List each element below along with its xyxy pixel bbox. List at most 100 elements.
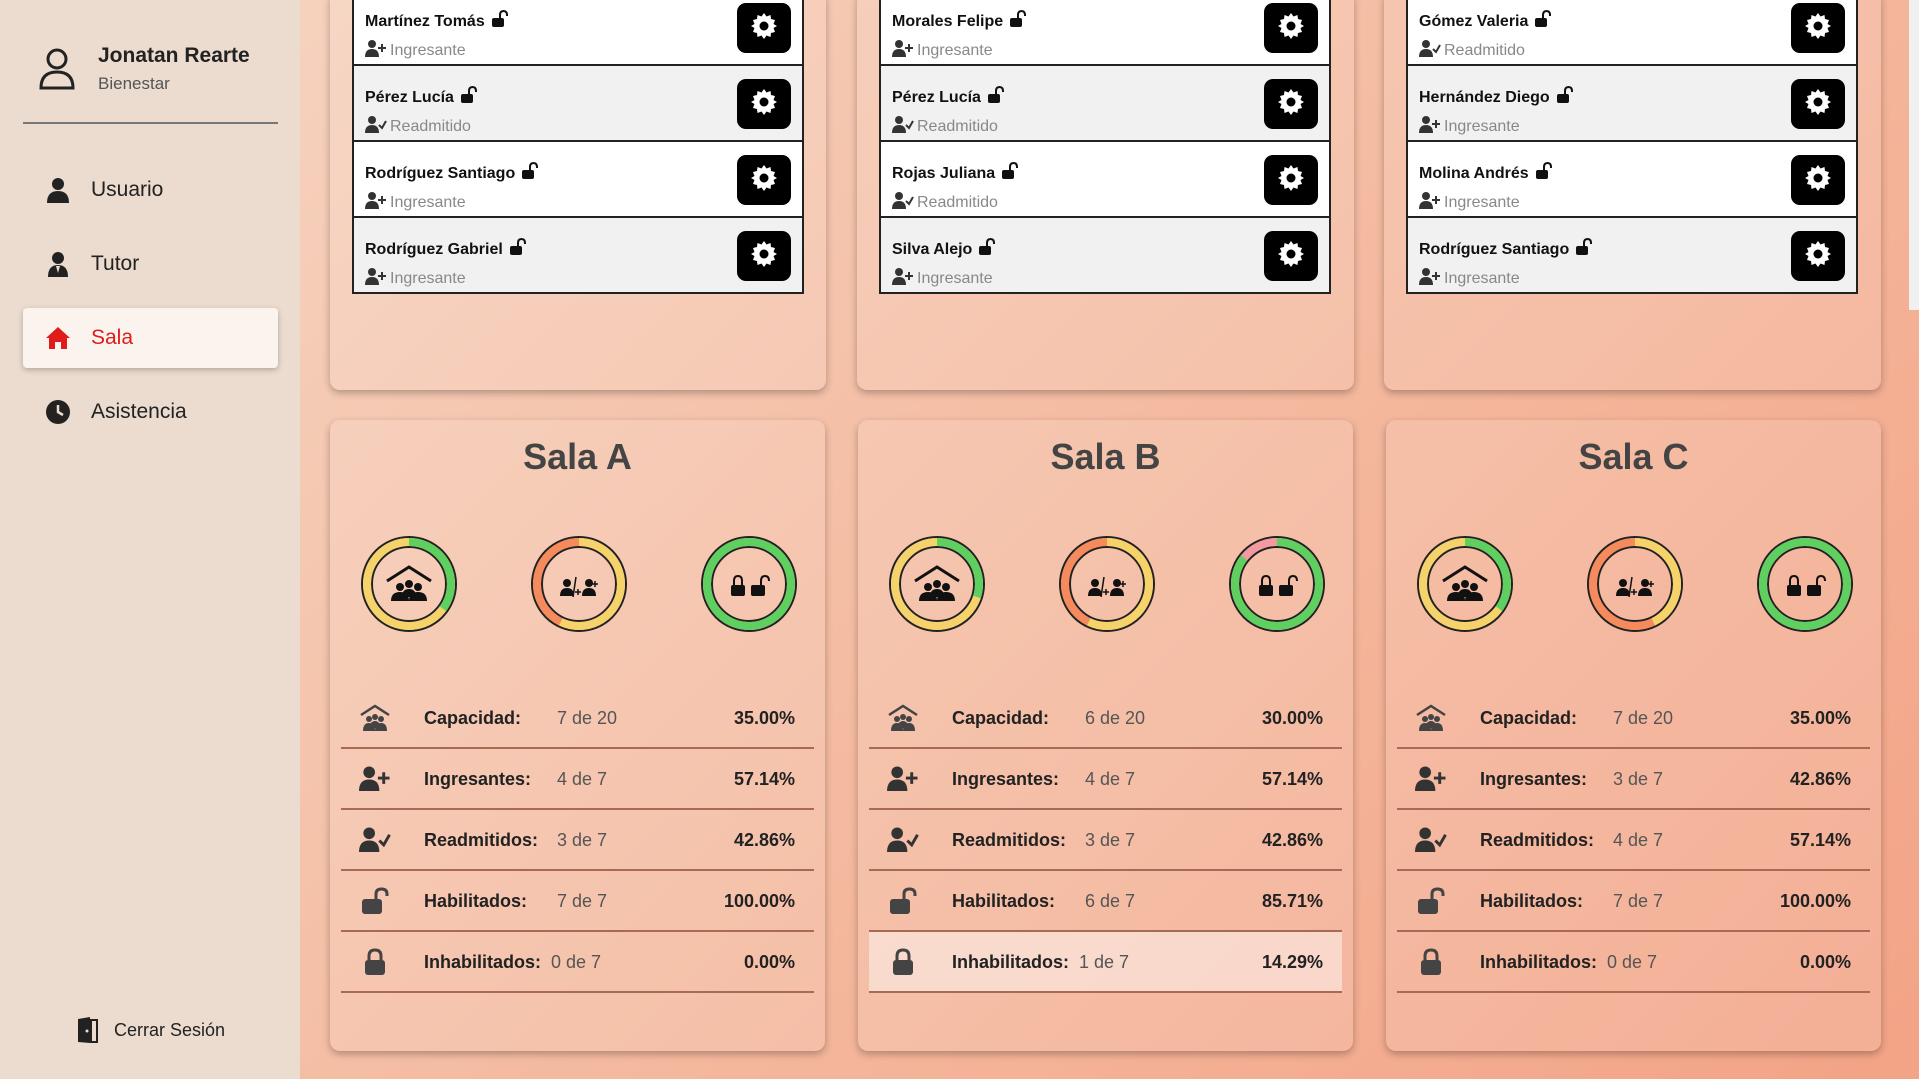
user-name: Jonatan Rearte [98,44,250,67]
stat-value: 3 de 7 [557,830,608,850]
habilitados-donut-chart [1756,535,1854,633]
student-row: Rojas Juliana Readmitido [881,140,1329,216]
student-status: Ingresante [917,41,993,59]
student-list: Martínez Tomás Ingresante Pérez Lucía Re… [352,0,804,294]
user-check-icon [1419,39,1444,62]
stat-percent: 100.00% [723,891,795,911]
sala-card: Sala C Capacidad: 7 de 20 35.00% Ingresa… [1386,420,1881,1051]
gear-icon [1805,240,1831,272]
sidebar-item-sala[interactable]: Sala [23,308,278,368]
stat-label: Ingresantes: [952,769,1060,789]
capacity-donut-chart [888,535,986,633]
student-row: Rodríguez Santiago Ingresante [1408,216,1856,292]
student-row: Rodríguez Santiago Ingresante [354,140,802,216]
stat-value: 6 de 7 [1085,891,1136,911]
stat-row: Ingresantes: 3 de 7 42.86% [1397,749,1870,810]
sala-card: Sala A Capacidad: 7 de 20 35.00% Ingresa… [330,420,825,1051]
stat-label: Readmitidos: [1480,830,1595,850]
settings-button[interactable] [737,3,791,53]
user-plus-icon [1419,191,1444,214]
stat-percent: 0.00% [1799,952,1851,972]
lock-icon [359,948,391,976]
stat-value: 1 de 7 [1079,952,1130,972]
sala-title: Sala C [1578,436,1689,477]
student-name: Pérez Lucía [892,88,981,106]
unlock-icon [1528,9,1552,33]
stat-row: Habilitados: 7 de 7 100.00% [1397,871,1870,932]
stat-value: 3 de 7 [1085,830,1136,850]
sidebar-item-usuario[interactable]: Usuario [23,160,278,220]
stat-value: 4 de 7 [557,769,608,789]
settings-button[interactable] [1791,231,1845,281]
settings-button[interactable] [1264,3,1318,53]
tutor-icon [48,252,68,277]
user-check-icon [887,826,919,854]
settings-button[interactable] [1791,3,1845,53]
user-check-icon [892,191,917,214]
sala-stats: Capacidad: 7 de 20 35.00% Ingresantes: 4… [341,688,814,993]
settings-button[interactable] [1791,79,1845,129]
door-exit-icon [78,1017,98,1043]
sidebar-item-tutor[interactable]: Tutor [23,234,278,294]
student-status: Ingresante [390,193,466,211]
student-row: Pérez Lucía Readmitido [354,64,802,140]
student-name: Morales Felipe [892,12,1004,30]
building-people-icon [359,704,391,732]
stat-percent: 57.14% [733,769,795,789]
stat-row: Inhabilitados: 1 de 7 14.29% [869,932,1342,993]
unlock-icon [503,237,526,261]
stat-row: Capacidad: 6 de 20 30.00% [869,688,1342,749]
unlock-icon [1569,237,1593,261]
stat-value: 7 de 20 [557,708,618,728]
scrollbar[interactable] [1909,0,1919,310]
stat-value: 0 de 7 [551,952,602,972]
stat-percent: 0.00% [743,952,795,972]
user-plus-icon [1415,765,1447,793]
settings-button[interactable] [737,79,791,129]
user-avatar-icon [39,48,75,90]
student-status: Ingresante [1444,193,1520,211]
student-name: Rodríguez Gabriel [365,240,503,258]
stat-label: Readmitidos: [952,830,1067,850]
gear-icon [751,164,777,196]
user-plus-icon [1419,267,1444,290]
user-plus-icon [365,39,390,62]
settings-button[interactable] [737,155,791,205]
student-name: Pérez Lucía [365,88,454,106]
stat-value: 3 de 7 [1613,769,1664,789]
gear-icon [1805,164,1831,196]
stat-percent: 30.00% [1261,708,1323,728]
sidebar-nav: Usuario Tutor Sala Asistencia [23,160,278,456]
unlock-icon [972,237,996,261]
gear-icon [751,240,777,272]
stat-label: Capacidad: [1480,708,1578,728]
logout-button[interactable]: Cerrar Sesión [74,1016,225,1044]
student-row: Martínez Tomás Ingresante [354,0,802,64]
stat-label: Capacidad: [952,708,1050,728]
student-row: Morales Felipe Ingresante [881,0,1329,64]
settings-button[interactable] [737,231,791,281]
sala-title: Sala A [523,436,632,477]
stat-label: Ingresantes: [1480,769,1588,789]
settings-button[interactable] [1264,79,1318,129]
stat-label: Capacidad: [424,708,522,728]
student-row: Hernández Diego Ingresante [1408,64,1856,140]
settings-button[interactable] [1264,155,1318,205]
user-check-icon [365,115,390,138]
user-plus-icon [892,267,917,290]
unlock-icon [1415,887,1447,915]
stat-row: Readmitidos: 3 de 7 42.86% [869,810,1342,871]
home-icon [46,327,70,349]
sidebar-item-asistencia[interactable]: Asistencia [23,382,278,442]
student-name: Martínez Tomás [365,12,485,30]
stat-row: Readmitidos: 4 de 7 57.14% [1397,810,1870,871]
student-row: Gómez Valeria Readmitido [1408,0,1856,64]
unlock-icon [995,161,1019,185]
stat-percent: 35.00% [733,708,795,728]
habilitados-donut-chart [700,535,798,633]
student-list: Morales Felipe Ingresante Pérez Lucía Re… [879,0,1331,294]
stat-value: 4 de 7 [1613,830,1664,850]
settings-button[interactable] [1264,231,1318,281]
settings-button[interactable] [1791,155,1845,205]
stat-percent: 14.29% [1261,952,1323,972]
